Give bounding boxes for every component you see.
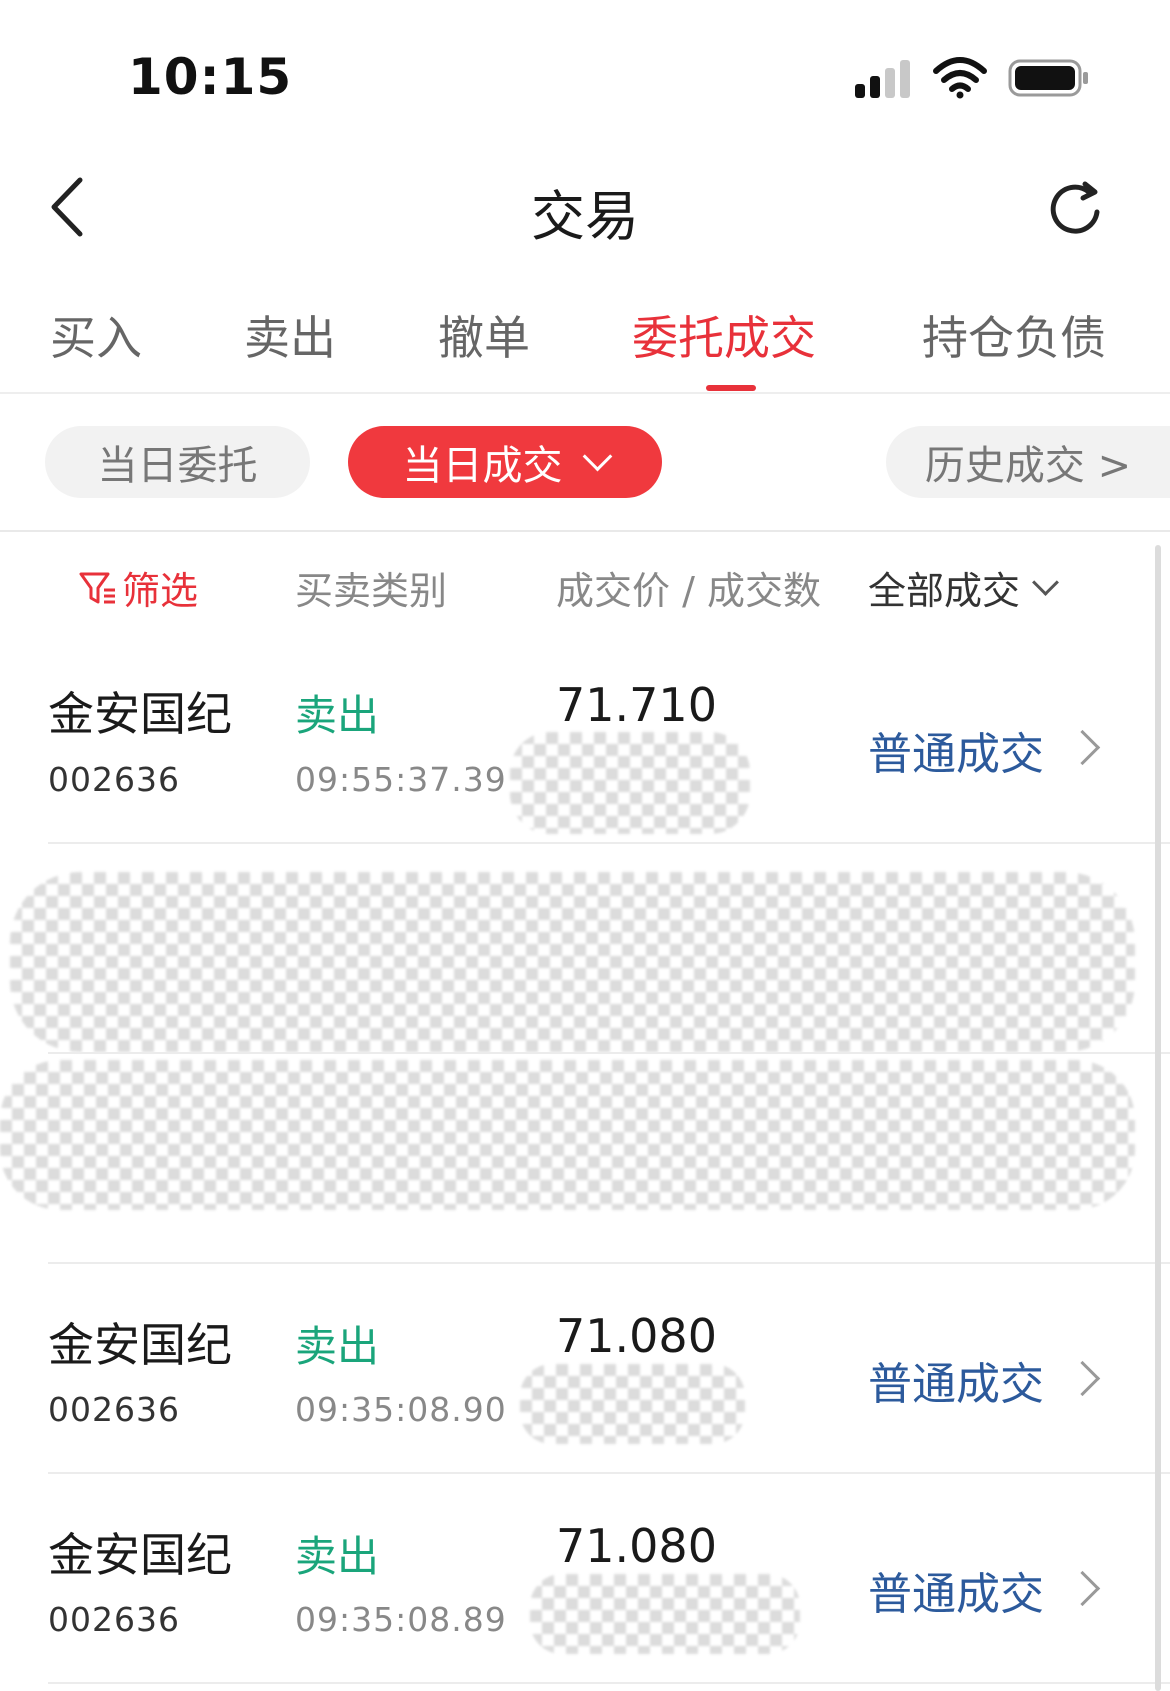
table-row[interactable]: 金安国纪 002636 卖出 09:55:37.39 71.710 普通成交 bbox=[0, 620, 1150, 842]
today-trades-label: 当日成交 bbox=[402, 443, 563, 489]
trade-type: 普通成交 bbox=[868, 1569, 1044, 1620]
column-side: 买卖类别 bbox=[295, 569, 448, 613]
stock-name: 金安国纪 bbox=[48, 1318, 232, 1372]
status-time: 10:15 bbox=[128, 48, 293, 106]
redacted-quantity bbox=[530, 1574, 800, 1654]
tabs-divider bbox=[0, 392, 1170, 394]
chevron-right-icon bbox=[1064, 1570, 1101, 1607]
all-trades-label: 全部成交 bbox=[868, 569, 1021, 613]
all-trades-dropdown[interactable]: 全部成交 bbox=[868, 560, 1059, 615]
filter-button[interactable]: 筛选 bbox=[78, 560, 198, 615]
trade-price: 71.080 bbox=[556, 1309, 717, 1363]
redacted-quantity bbox=[510, 732, 750, 834]
trade-price: 71.710 bbox=[556, 678, 717, 732]
today-orders-pill[interactable]: 当日委托 bbox=[45, 426, 310, 498]
tab-buy[interactable]: 买入 bbox=[50, 302, 142, 368]
column-price-qty: 成交价 / 成交数 bbox=[556, 569, 821, 613]
trade-time: 09:35:08.90 bbox=[295, 1390, 507, 1429]
tab-orders-trades[interactable]: 委托成交 bbox=[632, 302, 816, 368]
refresh-icon[interactable] bbox=[1045, 178, 1109, 242]
chevron-right-icon bbox=[1064, 729, 1101, 766]
trade-time: 09:35:08.89 bbox=[295, 1600, 507, 1639]
chevron-right-icon bbox=[1064, 1360, 1101, 1397]
trade-time: 09:55:37.39 bbox=[295, 760, 507, 799]
stock-name: 金安国纪 bbox=[48, 1528, 232, 1582]
section-divider bbox=[0, 530, 1170, 532]
chevron-down-icon bbox=[1032, 569, 1059, 596]
redacted-row bbox=[10, 872, 1135, 1052]
redacted-row bbox=[0, 1060, 1135, 1210]
stock-code: 002636 bbox=[48, 1600, 180, 1639]
filter-label: 筛选 bbox=[122, 569, 199, 613]
filter-icon bbox=[79, 572, 115, 603]
tab-sell[interactable]: 卖出 bbox=[244, 302, 336, 368]
stock-code: 002636 bbox=[48, 760, 180, 799]
trade-side: 卖出 bbox=[295, 1532, 380, 1581]
redacted-quantity bbox=[520, 1364, 745, 1444]
trade-price: 71.080 bbox=[556, 1519, 717, 1573]
row-divider bbox=[48, 1052, 1170, 1054]
stock-code: 002636 bbox=[48, 1390, 180, 1429]
tab-positions-liabilities[interactable]: 持仓负债 bbox=[922, 302, 1106, 368]
stock-name: 金安国纪 bbox=[48, 687, 232, 741]
page-title: 交易 bbox=[531, 185, 639, 248]
today-trades-pill[interactable]: 当日成交 bbox=[348, 426, 662, 498]
trade-type: 普通成交 bbox=[868, 729, 1044, 780]
trade-type: 普通成交 bbox=[868, 1359, 1044, 1410]
active-tab-indicator bbox=[706, 385, 756, 391]
battery-icon bbox=[1008, 59, 1088, 97]
trade-side: 卖出 bbox=[295, 1322, 380, 1371]
chevron-down-icon bbox=[582, 441, 612, 471]
tab-cancel-order[interactable]: 撤单 bbox=[438, 302, 530, 368]
wifi-icon bbox=[933, 57, 987, 99]
row-divider bbox=[48, 1682, 1170, 1684]
history-trades-label: 历史成交 > bbox=[924, 443, 1132, 489]
trade-side: 卖出 bbox=[295, 691, 380, 740]
scrollbar[interactable] bbox=[1155, 545, 1161, 1691]
today-orders-label: 当日委托 bbox=[97, 443, 258, 489]
table-row[interactable]: 金安国纪 002636 卖出 09:35:08.89 71.080 普通成交 bbox=[0, 1474, 1150, 1682]
cellular-signal-icon bbox=[855, 58, 915, 98]
table-row[interactable]: 金安国纪 002636 卖出 09:35:08.90 71.080 普通成交 bbox=[0, 1264, 1150, 1472]
history-trades-pill[interactable]: 历史成交 > bbox=[886, 426, 1170, 498]
row-divider bbox=[48, 842, 1170, 844]
